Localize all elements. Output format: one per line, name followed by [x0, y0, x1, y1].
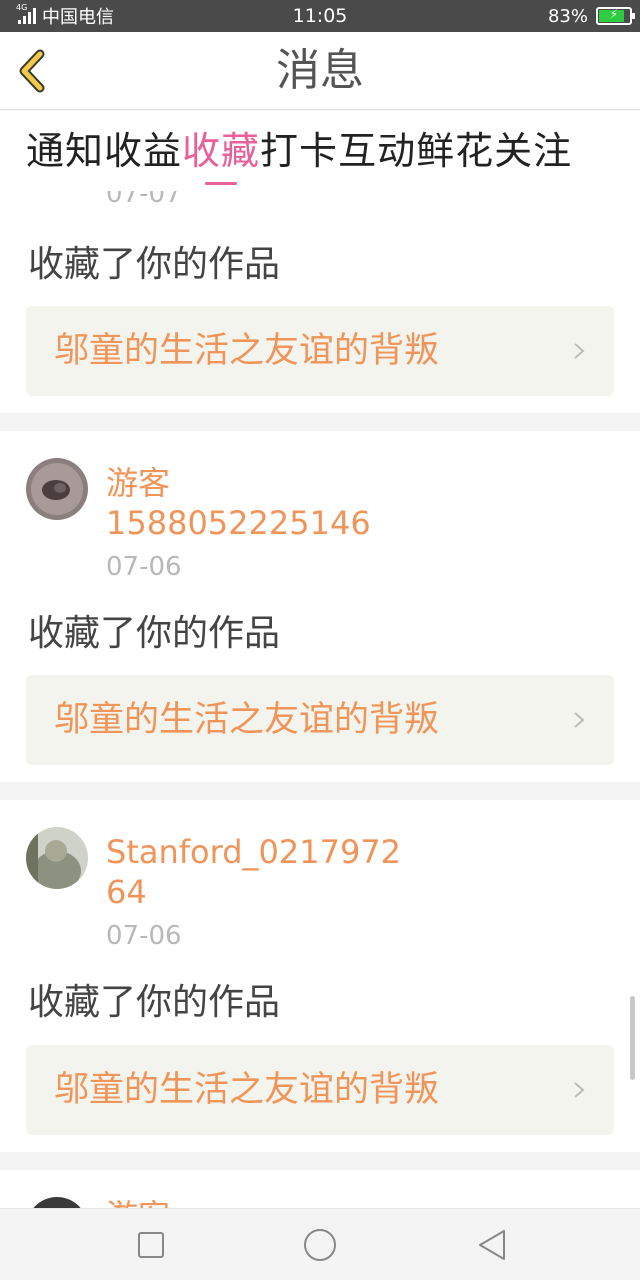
triangle-back-icon[interactable]	[474, 1227, 510, 1263]
tab-earnings[interactable]: 收益	[104, 111, 182, 191]
avatar-image	[26, 1197, 88, 1208]
system-nav-bar	[0, 1208, 640, 1280]
work-link[interactable]: 邬童的生活之友谊的背叛	[26, 306, 614, 396]
work-title: 邬童的生活之友谊的背叛	[54, 1070, 440, 1110]
work-link[interactable]: 邬童的生活之友谊的背叛	[26, 1045, 614, 1135]
status-right: 83% ⚡	[547, 0, 635, 32]
user-name[interactable]: 游客	[106, 464, 170, 503]
user-name[interactable]: 游客	[106, 1197, 170, 1208]
message-list[interactable]: 07-07 收藏了你的作品 邬童的生活之友谊的背叛 游客 15880522251…	[0, 191, 640, 1208]
tab-follows[interactable]: 关注	[494, 111, 572, 191]
battery-icon: ⚡	[596, 7, 635, 25]
chevron-right-icon	[574, 343, 585, 359]
tab-flowers[interactable]: 鲜花	[416, 111, 494, 191]
scrollbar[interactable]	[630, 996, 635, 1080]
work-title: 邬童的生活之友谊的背叛	[54, 331, 440, 371]
avatar-image	[26, 827, 88, 889]
avatar[interactable]	[26, 458, 88, 520]
item-action: 收藏了你的作品	[28, 982, 281, 1023]
item-date: 07-06	[106, 921, 182, 951]
status-bar: 4G 中国电信 11:05 83% ⚡	[0, 0, 640, 32]
status-time: 11:05	[292, 5, 348, 27]
tab-checkin[interactable]: 打卡	[260, 111, 338, 191]
battery-percent: 83%	[547, 5, 588, 27]
work-title: 邬童的生活之友谊的背叛	[54, 700, 440, 740]
list-item: 游客	[0, 1170, 640, 1208]
page-title: 消息	[276, 45, 364, 96]
chevron-right-icon	[574, 712, 585, 728]
user-name-line2[interactable]: 64	[106, 873, 147, 912]
tab-notifications[interactable]: 通知	[26, 111, 104, 191]
list-item: Stanford_0217972 64 07-06 收藏了你的作品 邬童的生活之…	[0, 800, 640, 1152]
list-item: 游客 1588052225146 07-06 收藏了你的作品 邬童的生活之友谊的…	[0, 431, 640, 782]
item-date: 07-06	[106, 552, 182, 582]
tab-interactions[interactable]: 互动	[338, 111, 416, 191]
avatar-image	[26, 458, 88, 520]
user-name[interactable]: Stanford_0217972	[106, 833, 401, 872]
tab-bar: 通知 收益 收藏 打卡 互动 鲜花 关注	[0, 111, 640, 191]
avatar[interactable]	[26, 827, 88, 889]
work-link[interactable]: 邬童的生活之友谊的背叛	[26, 675, 614, 765]
item-date: 07-07	[106, 191, 182, 209]
user-name-line2[interactable]: 1588052225146	[106, 504, 371, 543]
list-item: 07-07 收藏了你的作品 邬童的生活之友谊的背叛	[0, 191, 640, 413]
tab-favorites[interactable]: 收藏	[182, 111, 260, 191]
square-icon[interactable]	[133, 1227, 169, 1263]
circle-icon[interactable]	[302, 1227, 338, 1263]
avatar[interactable]	[26, 1197, 88, 1208]
item-action: 收藏了你的作品	[28, 613, 281, 654]
chevron-right-icon	[574, 1082, 585, 1098]
header: 消息	[0, 32, 640, 110]
item-action: 收藏了你的作品	[28, 244, 281, 285]
